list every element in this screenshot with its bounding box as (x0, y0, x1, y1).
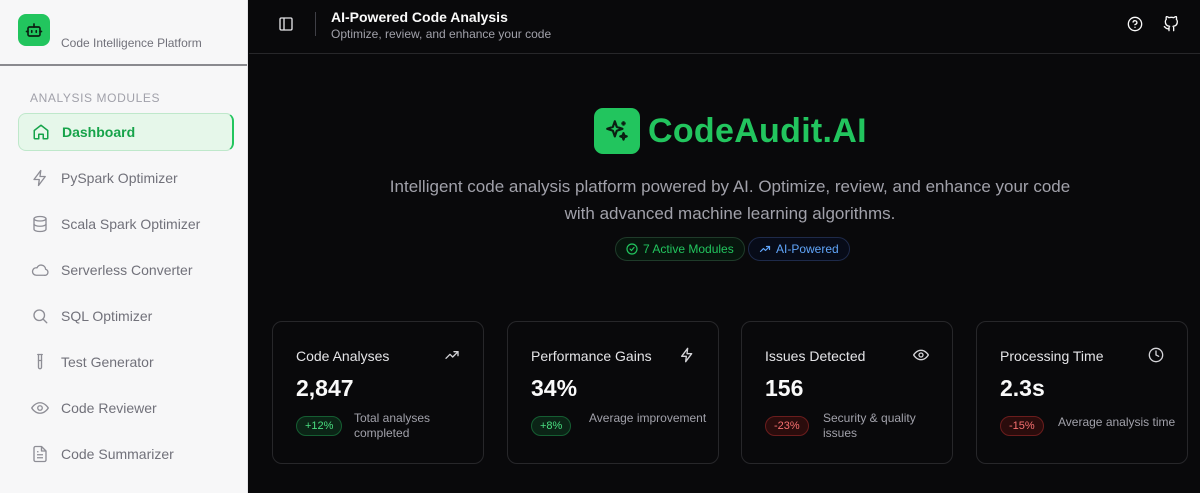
sidebar-item-scala-spark-optimizer[interactable]: Scala Spark Optimizer (18, 205, 234, 243)
stat-title: Issues Detected (765, 348, 866, 364)
eye-icon (912, 346, 930, 364)
lightning-icon (678, 346, 696, 364)
test-tube-icon (30, 352, 50, 372)
hero-description: Intelligent code analysis platform power… (389, 177, 1071, 223)
sidebar-item-label: SQL Optimizer (61, 308, 153, 324)
page-title: AI-Powered Code Analysis (331, 9, 508, 25)
stat-value: 156 (765, 375, 804, 401)
sidebar-item-sql-optimizer[interactable]: SQL Optimizer (18, 297, 234, 335)
stat-note: Average analysis time (1058, 415, 1176, 429)
home-icon (31, 122, 51, 142)
stat-card-performance-gains: Performance Gains 34% +8% Average improv… (507, 321, 719, 464)
eye-icon (30, 398, 50, 418)
stat-delta: -23% (765, 416, 809, 436)
section-label: ANALYSIS MODULES (30, 91, 161, 105)
badge-label: AI-Powered (776, 242, 839, 256)
stat-card-processing-time: Processing Time 2.3s -15% Average analys… (976, 321, 1188, 464)
sidebar-item-pyspark-optimizer[interactable]: PySpark Optimizer (18, 159, 234, 197)
search-icon (30, 306, 50, 326)
stat-delta: -15% (1000, 416, 1044, 436)
stat-note: Total analyses completed (354, 411, 431, 440)
stat-title: Code Analyses (296, 348, 390, 364)
lightning-icon (30, 168, 50, 188)
sidebar-item-label: Serverless Converter (61, 262, 193, 278)
badge-label: 7 Active Modules (643, 242, 734, 256)
github-icon[interactable] (1161, 14, 1181, 34)
stat-note: Average improvement (589, 411, 707, 425)
sidebar-toggle-icon[interactable] (276, 14, 296, 34)
sidebar: Code Intelligence Platform ANALYSIS MODU… (0, 0, 248, 493)
stat-value: 2,847 (296, 375, 354, 401)
trending-up-icon (443, 346, 461, 364)
help-icon[interactable] (1125, 14, 1145, 34)
sidebar-item-test-generator[interactable]: Test Generator (18, 343, 234, 381)
sidebar-item-serverless-converter[interactable]: Serverless Converter (18, 251, 234, 289)
stat-value: 2.3s (1000, 375, 1045, 401)
stat-card-code-analyses: Code Analyses 2,847 +12% Total analyses … (272, 321, 484, 464)
sidebar-nav: Dashboard PySpark Optimizer Scala Spark … (18, 113, 234, 481)
sidebar-item-code-reviewer[interactable]: Code Reviewer (18, 389, 234, 427)
brand-subtitle: Code Intelligence Platform (61, 36, 202, 50)
cloud-icon (30, 260, 50, 280)
sidebar-brand: Code Intelligence Platform (0, 0, 247, 66)
ai-powered-badge: AI-Powered (748, 237, 850, 261)
stat-delta: +12% (296, 416, 343, 436)
file-text-icon (30, 444, 50, 464)
stat-note: Security & quality issues (823, 411, 916, 440)
sparkles-icon (594, 108, 640, 154)
sidebar-item-label: Code Reviewer (61, 400, 157, 416)
database-icon (30, 214, 50, 234)
check-circle-icon (626, 243, 638, 255)
stat-delta: +8% (531, 416, 572, 436)
top-header: AI-Powered Code Analysis Optimize, revie… (249, 0, 1200, 54)
sidebar-item-label: Code Summarizer (61, 446, 174, 462)
clock-icon (1147, 346, 1165, 364)
header-divider (315, 12, 316, 36)
hero-title: CodeAudit.AI (648, 112, 867, 150)
stat-title: Processing Time (1000, 348, 1104, 364)
sidebar-item-code-summarizer[interactable]: Code Summarizer (18, 435, 234, 473)
stat-title: Performance Gains (531, 348, 652, 364)
sidebar-item-label: Scala Spark Optimizer (61, 216, 201, 232)
stat-value: 34% (531, 375, 578, 401)
active-modules-badge: 7 Active Modules (615, 237, 745, 261)
page-subtitle: Optimize, review, and enhance your code (331, 27, 552, 41)
trending-up-icon (759, 245, 771, 253)
bot-icon[interactable] (18, 14, 50, 46)
sidebar-item-dashboard[interactable]: Dashboard (18, 113, 234, 151)
sidebar-item-label: PySpark Optimizer (61, 170, 178, 186)
sidebar-item-label: Test Generator (61, 354, 154, 370)
sidebar-item-label: Dashboard (62, 124, 136, 140)
stat-card-issues-detected: Issues Detected 156 -23% Security & qual… (741, 321, 953, 464)
